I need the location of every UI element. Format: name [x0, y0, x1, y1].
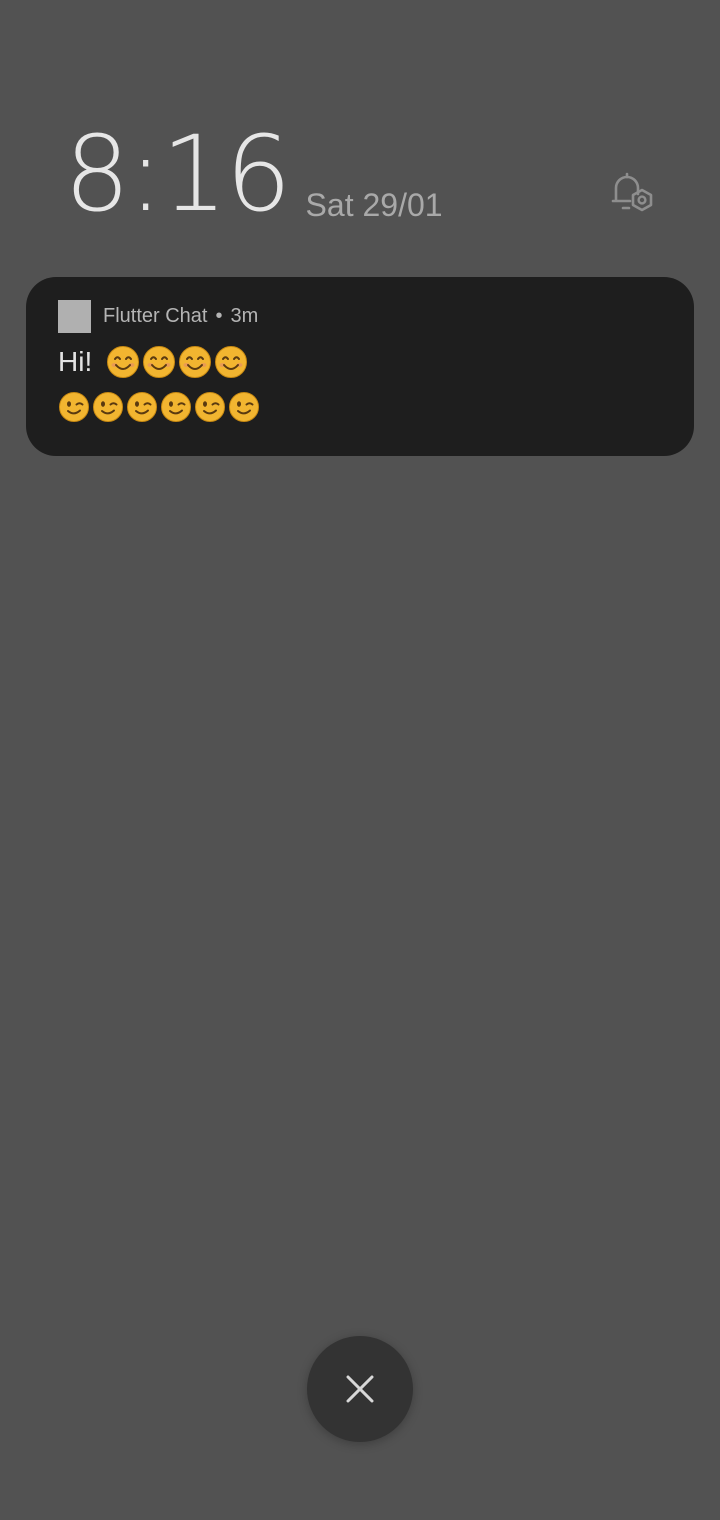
title-emoji-row — [106, 345, 250, 379]
dismiss-button[interactable] — [307, 1336, 413, 1442]
clock-date: Sat 29/01 — [305, 187, 443, 223]
close-icon — [346, 1375, 374, 1403]
notification-time: 3m — [230, 304, 259, 327]
lockscreen-clock: 8:16 Sat 29/01 — [64, 122, 443, 226]
smiling-face-emoji — [143, 346, 176, 378]
winking-face-emoji — [93, 392, 123, 422]
notification-header: Flutter Chat • 3m — [58, 299, 258, 333]
app-name: Flutter Chat — [103, 304, 208, 327]
alarm-settings-icon[interactable] — [606, 170, 658, 220]
winking-face-emoji — [59, 392, 89, 422]
notification-card[interactable]: Flutter Chat • 3m Hi! — [26, 277, 694, 456]
notification-title-row: Hi! — [58, 343, 250, 381]
notification-body-row — [58, 390, 262, 424]
clock-time: 8:16 — [64, 113, 292, 235]
smiling-face-emoji — [179, 346, 212, 378]
winking-face-emoji — [161, 392, 191, 422]
smiling-face-emoji — [107, 346, 140, 378]
winking-face-emoji — [195, 392, 225, 422]
smiling-face-emoji — [215, 346, 248, 378]
header-separator: • — [215, 304, 223, 327]
app-icon — [58, 299, 91, 333]
winking-face-emoji — [127, 392, 157, 422]
notification-title: Hi! — [58, 346, 93, 377]
winking-face-emoji — [229, 392, 259, 422]
